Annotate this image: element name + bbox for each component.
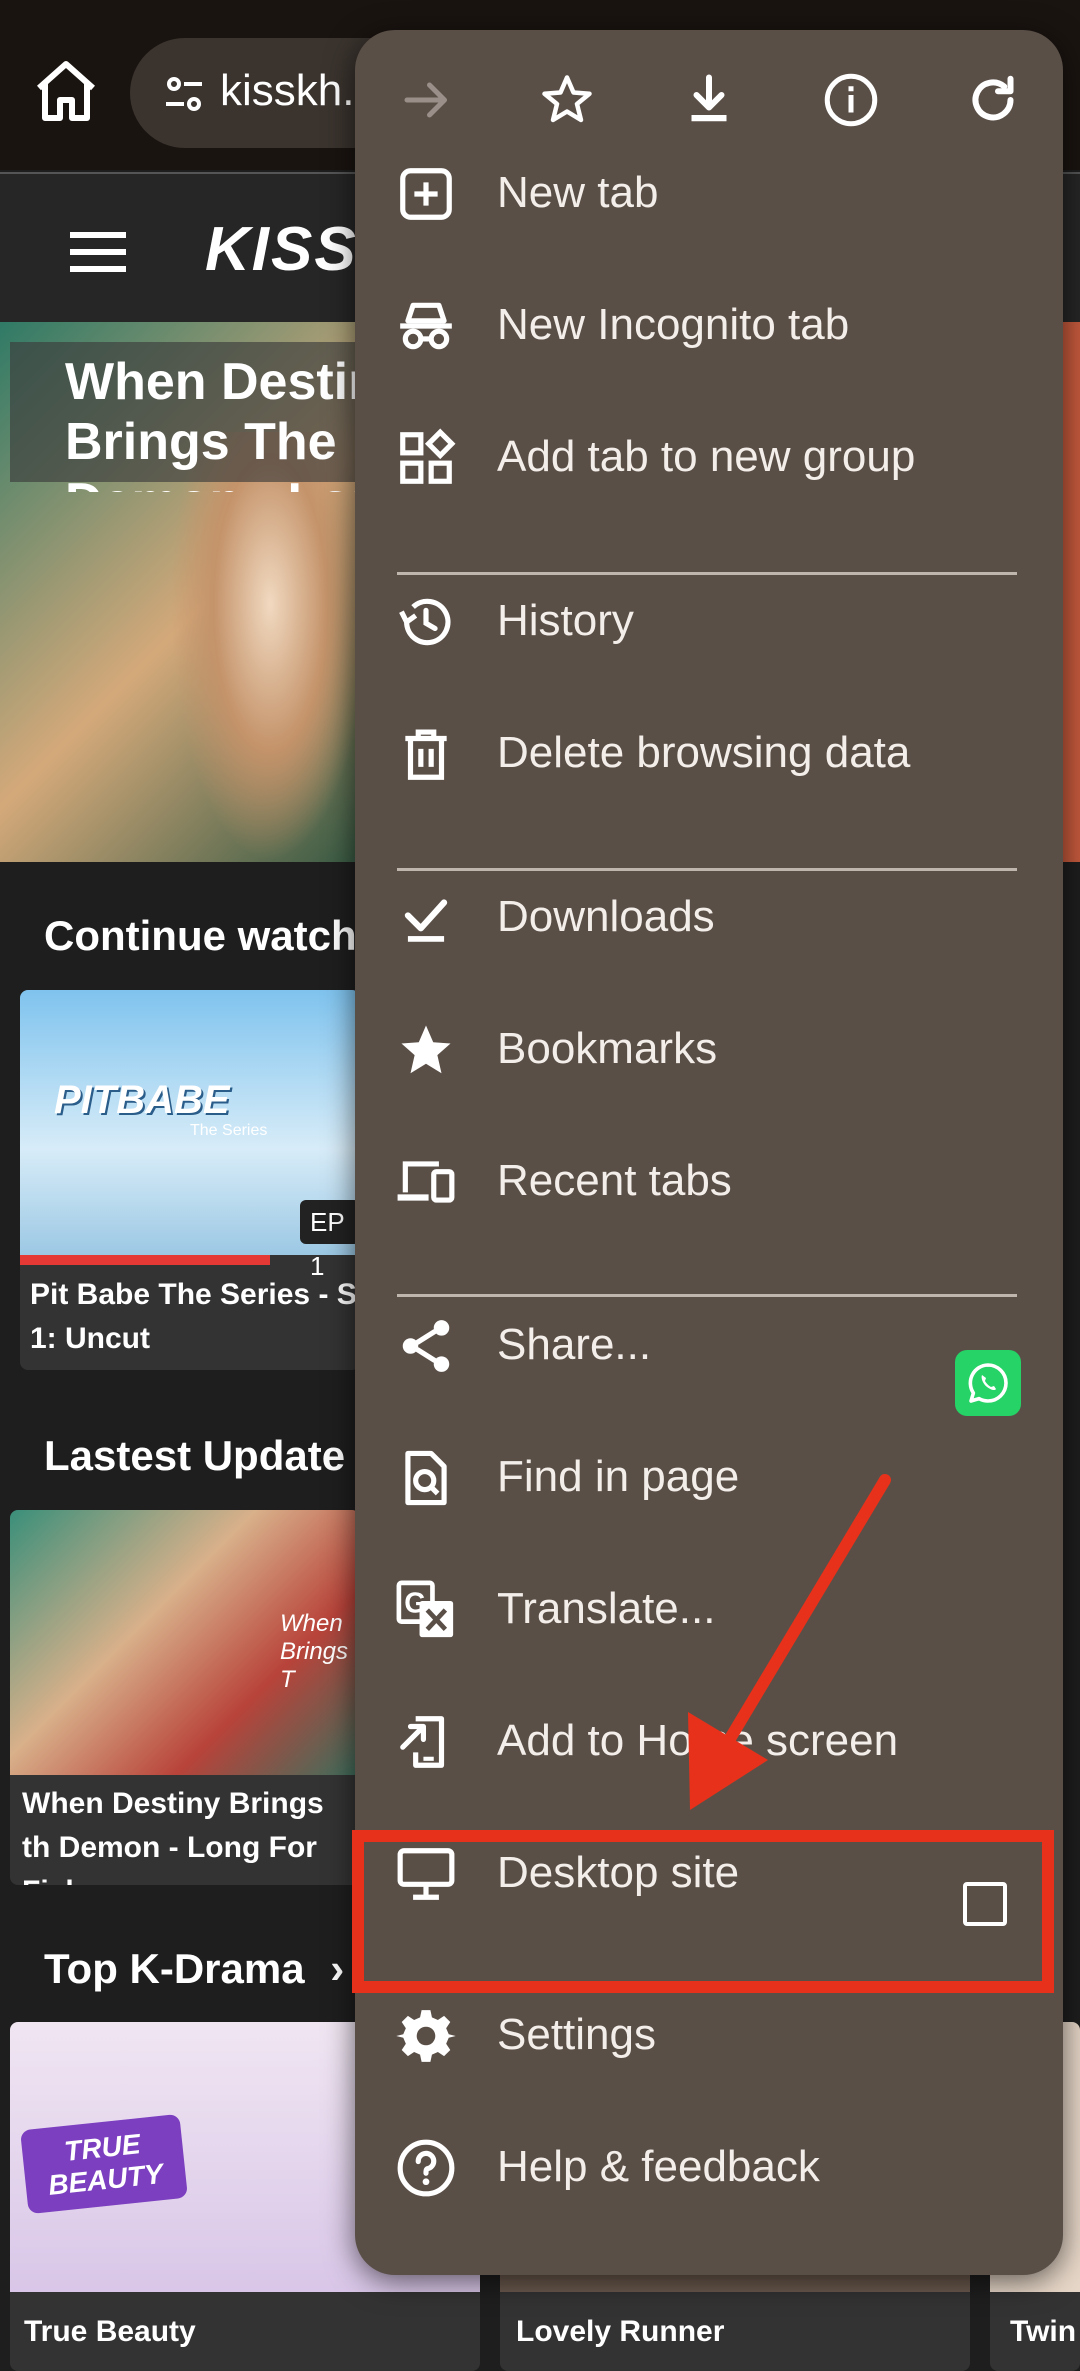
menu-item-help-feedback[interactable]: Help & feedback <box>355 2102 1063 2234</box>
menu-item-find-in-page[interactable]: Find in page <box>355 1412 1063 1544</box>
menu-item-label: New Incognito tab <box>497 300 850 349</box>
menu-item-delete-browsing-data[interactable]: Delete browsing data <box>355 688 1063 820</box>
thumbnail-text: When Brings T <box>280 1610 349 1693</box>
tune-icon[interactable] <box>160 70 208 118</box>
continue-thumbnail: PITBABE The Series EP 1 <box>20 990 360 1281</box>
menu-item-label: Recent tabs <box>497 1156 732 1205</box>
menu-item-add-tab-to-group[interactable]: Add tab to new group <box>355 392 1063 524</box>
chevron-right-icon: › <box>330 1945 345 1992</box>
logo-text: KISS <box>205 215 358 284</box>
card-caption: Twin <box>1010 2315 1077 2348</box>
share-icon <box>402 1320 450 1372</box>
menu-item-label: New tab <box>497 168 659 217</box>
card-caption: True Beauty <box>24 2315 196 2348</box>
devices-icon <box>397 1161 455 1203</box>
card-caption: When Destiny Brings th Demon - Long For … <box>22 1787 324 1885</box>
annotation-highlight-box <box>352 1830 1054 1993</box>
menu-item-recent-tabs[interactable]: Recent tabs <box>355 1116 1063 1248</box>
hamburger-menu-icon[interactable] <box>70 232 126 272</box>
section-latest-update: Lastest Update <box>44 1432 346 1479</box>
star-icon[interactable] <box>537 70 597 130</box>
menu-item-downloads[interactable]: Downloads <box>355 852 1063 984</box>
menu-item-label: Translate... <box>497 1584 716 1633</box>
add-home-icon <box>400 1716 445 1768</box>
menu-item-label: Delete browsing data <box>497 728 911 777</box>
info-icon[interactable] <box>821 70 881 130</box>
translate-icon: G <box>396 1580 454 1638</box>
tab-group-icon <box>400 428 456 484</box>
menu-item-label: History <box>497 596 634 645</box>
card-caption: Lovely Runner <box>516 2315 725 2348</box>
card-caption: Pit Babe The Series - S 1: Uncut <box>30 1278 357 1355</box>
download-icon[interactable] <box>679 70 739 130</box>
home-icon[interactable] <box>30 55 102 127</box>
latest-thumbnail: When Brings T <box>10 1510 360 1775</box>
section-continue-watching: Continue watchi <box>44 912 369 959</box>
forward-icon[interactable] <box>397 70 457 130</box>
menu-item-label: Help & feedback <box>497 2142 820 2191</box>
menu-item-add-to-home-screen[interactable]: Add to Home screen <box>355 1676 1063 1808</box>
download-check-icon <box>404 899 448 942</box>
hero-peek <box>1063 322 1080 862</box>
incognito-icon <box>400 302 452 350</box>
menu-item-bookmarks[interactable]: Bookmarks <box>355 984 1063 1116</box>
menu-item-label: Share... <box>497 1320 652 1369</box>
menu-item-new-tab[interactable]: New tab <box>355 128 1063 260</box>
latest-card[interactable]: When Brings T When Destiny Brings th Dem… <box>10 1510 360 1885</box>
thumbnail-text: TRUE BEAUTY <box>20 2113 188 2215</box>
menu-item-label: Add to Home screen <box>497 1716 899 1765</box>
menu-item-translate[interactable]: G Translate... <box>355 1544 1063 1676</box>
find-page-icon <box>405 1450 447 1506</box>
thumbnail-subtext: The Series <box>190 1122 268 1139</box>
menu-item-history[interactable]: History <box>355 556 1063 688</box>
menu-item-label: Bookmarks <box>497 1024 718 1073</box>
bookmark-star-icon <box>401 1025 451 1074</box>
url-text: kisskh. <box>220 66 355 115</box>
watch-progress-bar <box>20 1255 270 1265</box>
continue-card[interactable]: PITBABE The Series EP 1 Pit Babe The Ser… <box>20 990 360 1370</box>
refresh-icon[interactable] <box>963 70 1023 130</box>
section-title-text: Top K-Drama <box>44 1945 305 1992</box>
section-top-kdrama[interactable]: Top K-Drama › <box>44 1945 344 1993</box>
whatsapp-share-button[interactable] <box>955 1350 1021 1416</box>
hero-artwork <box>170 432 370 862</box>
site-logo[interactable]: KISS <box>205 214 358 285</box>
gear-icon <box>396 2010 456 2062</box>
plus-box-icon <box>400 168 452 220</box>
thumbnail-text: PITBABE <box>54 1078 230 1122</box>
help-icon <box>397 2139 455 2197</box>
menu-item-label: Settings <box>497 2010 656 2059</box>
menu-item-label: Find in page <box>497 1452 740 1501</box>
menu-item-new-incognito-tab[interactable]: New Incognito tab <box>355 260 1063 392</box>
menu-item-label: Add tab to new group <box>497 432 916 481</box>
menu-item-label: Downloads <box>497 892 715 941</box>
trash-icon <box>405 729 447 780</box>
whatsapp-icon <box>968 1363 1008 1403</box>
episode-badge: EP 1 <box>300 1200 360 1281</box>
history-icon <box>399 598 451 646</box>
